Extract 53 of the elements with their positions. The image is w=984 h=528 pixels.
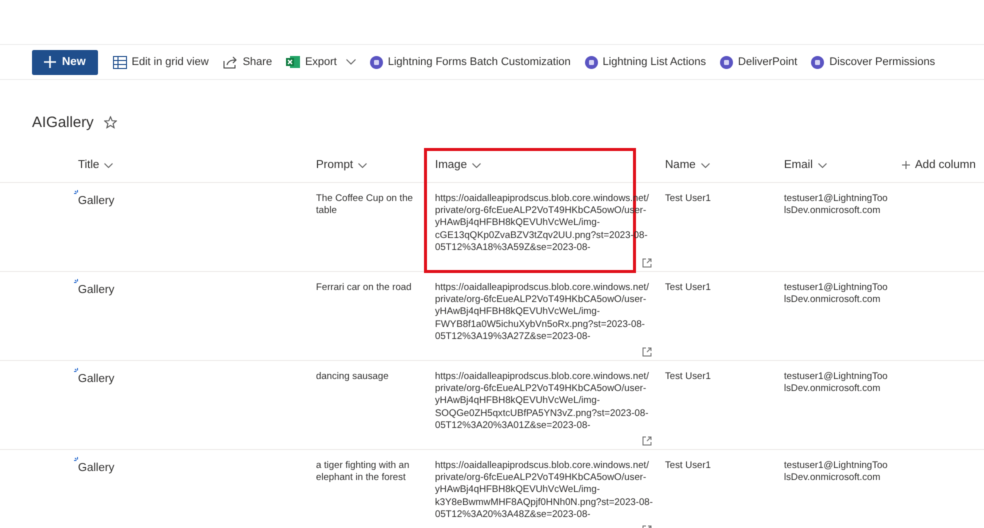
prompt-text: dancing sausage <box>316 371 389 382</box>
toolbar-button[interactable]: Lightning List Actions <box>578 56 714 68</box>
toolbar-button[interactable]: Edit in grid view <box>106 56 216 68</box>
column-header[interactable]: Email <box>784 159 827 171</box>
plus-icon <box>902 161 910 169</box>
chevron-down-icon <box>104 162 114 168</box>
chevron-down-icon <box>358 162 368 168</box>
user-name: Test User1 <box>665 460 711 471</box>
email-text: testuser1@LightningToo lsDev.onmicrosoft.com <box>784 193 888 216</box>
user-name: Test User1 <box>665 371 711 382</box>
app-icon <box>370 56 383 68</box>
open-link-icon[interactable] <box>642 258 652 268</box>
column-header[interactable]: Name <box>665 159 710 171</box>
spreadsheet-icon <box>286 55 300 69</box>
favorite-star-icon[interactable] <box>104 116 117 128</box>
grid-icon <box>112 56 127 68</box>
column-header[interactable]: Prompt <box>316 159 368 171</box>
image-url-text: https://oaidalleapiprodscus.blob.core.windows.net/ private/org-6fcEueALP2VoT49HKbCA5owO/user- yHAwBj4qHFBH8kQEVUhVcWeL/img- SOQGe0ZH5qxtcUBfPA5YN3vZ.png?st=2023-08- 05T12%3A20%3A01Z&se=2023-08- <box>435 371 650 432</box>
plus-icon <box>44 56 56 68</box>
toolbar-button[interactable]: DeliverPoint <box>713 56 804 68</box>
item-title[interactable]: Gallery <box>78 373 114 385</box>
item-title[interactable]: Gallery <box>78 195 114 207</box>
open-link-icon[interactable] <box>642 436 652 446</box>
share-icon <box>222 56 238 68</box>
list-title: AIGallery <box>32 114 94 130</box>
prompt-text: Ferrari car on the road <box>316 282 412 293</box>
toolbar-button[interactable]: Lightning Forms Batch Customization <box>362 56 578 68</box>
item-title[interactable]: Gallery <box>78 462 114 474</box>
chevron-down-icon <box>700 162 710 168</box>
app-icon <box>811 56 824 68</box>
chevron-down-icon <box>472 162 481 168</box>
item-title[interactable]: Gallery <box>78 284 114 296</box>
email-text: testuser1@LightningToo lsDev.onmicrosoft.com <box>784 460 888 484</box>
column-header[interactable]: Title <box>78 159 114 171</box>
prompt-text: a tiger fighting with an elephant in the forest <box>316 460 410 484</box>
chevron-down-icon <box>818 162 827 168</box>
prompt-text: The Coffee Cup on the table <box>316 193 413 216</box>
email-text: testuser1@LightningToo lsDev.onmicrosoft.com <box>784 371 888 394</box>
column-header[interactable]: Image <box>435 159 481 171</box>
toolbar-button[interactable]: Discover Permissions <box>804 56 942 68</box>
user-name: Test User1 <box>665 282 711 293</box>
image-url-text: https://oaidalleapiprodscus.blob.core.windows.net/ private/org-6fcEueALP2VoT49HKbCA5owO/user- yHAwBj4qHFBH8kQEVUhVcWeL/img- FWYB8f1a0W5ichuXybVn5oRx.png?st=2023-08- 05T12%3A19%3A27Z&se=2023-08- <box>435 282 650 344</box>
image-url-text: https://oaidalleapiprodscus.blob.core.windows.net/ private/org-6fcEueALP2VoT49HKbCA5owO/user- yHAwBj4qHFBH8kQEVUhVcWeL/img- k3Y8eBwmwMHF8AQpjf0HNh0N.png?st=2023-08- 05T12%3A20%3A48Z&se=2023-08- <box>435 460 654 522</box>
open-link-icon[interactable] <box>642 347 652 357</box>
toolbar-button[interactable]: Share <box>216 56 280 68</box>
chevron-down-icon <box>346 59 356 65</box>
add-column-button[interactable]: Add column <box>902 159 976 171</box>
app-icon <box>584 56 598 68</box>
app-icon <box>720 56 734 68</box>
toolbar-button[interactable]: Export <box>279 55 363 69</box>
email-text: testuser1@LightningToo lsDev.onmicrosoft.com <box>784 282 888 306</box>
user-name: Test User1 <box>665 193 711 204</box>
new-button[interactable]: New <box>32 50 98 74</box>
